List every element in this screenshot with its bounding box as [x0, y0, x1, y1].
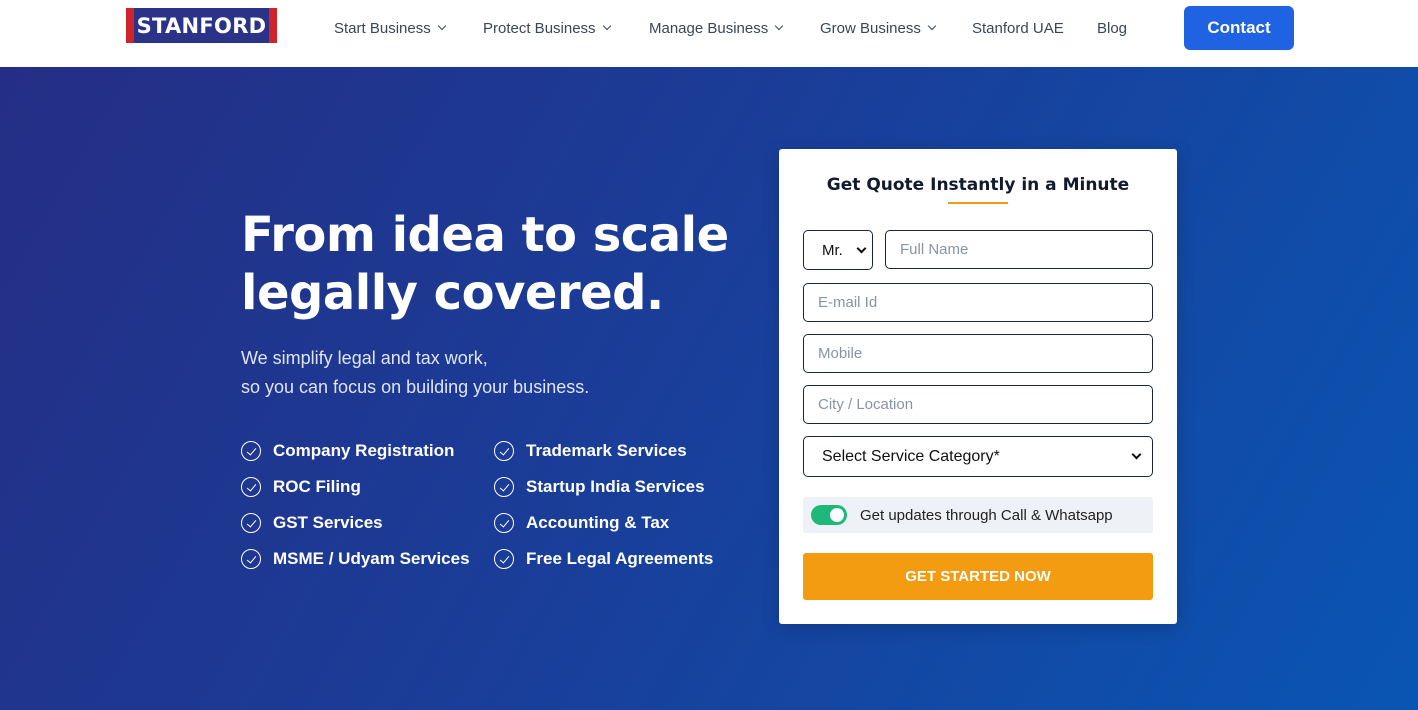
subtext-line-1: We simplify legal and tax work,	[241, 348, 488, 368]
mobile-input[interactable]	[803, 334, 1153, 373]
salutation-select[interactable]: Mr.	[803, 230, 873, 270]
nav-label: Protect Business	[483, 19, 596, 37]
feature-label: MSME / Udyam Services	[273, 549, 470, 568]
updates-toggle-row: Get updates through Call & Whatsapp	[803, 497, 1153, 533]
chevron-down-icon	[775, 21, 784, 31]
feature-item: Company Registration	[241, 440, 454, 462]
feature-label: Trademark Services	[526, 441, 687, 460]
feature-item: ROC Filing	[241, 476, 361, 498]
feature-label: Startup India Services	[526, 477, 705, 496]
nav-label: Manage Business	[649, 19, 769, 37]
nav-grow-business[interactable]: Grow Business	[820, 18, 937, 38]
nav-stanford-uae[interactable]: Stanford UAE	[972, 18, 1064, 38]
nav-blog[interactable]: Blog	[1097, 18, 1127, 38]
nav-manage-business[interactable]: Manage Business	[649, 18, 784, 38]
feature-item: Trademark Services	[494, 440, 687, 462]
nav-label: Blog	[1097, 19, 1128, 37]
check-circle-icon	[494, 441, 514, 461]
check-circle-icon	[241, 549, 261, 569]
nav-protect-business[interactable]: Protect Business	[483, 18, 611, 38]
chevron-down-icon	[1131, 449, 1142, 460]
hero-subtext: We simplify legal and tax work, so you c…	[241, 344, 721, 402]
headline-line-1: From idea to scale	[241, 207, 729, 263]
title-underline	[948, 202, 1008, 204]
check-circle-icon	[241, 513, 261, 533]
full-name-input[interactable]	[885, 230, 1153, 269]
check-circle-icon	[494, 549, 514, 569]
updates-label: Get updates through Call & Whatsapp	[860, 506, 1113, 524]
chevron-down-icon	[602, 21, 611, 31]
feature-item: Accounting & Tax	[494, 512, 669, 534]
headline-line-2: legally covered.	[241, 265, 664, 321]
email-input[interactable]	[803, 283, 1153, 322]
check-circle-icon	[241, 441, 261, 461]
service-category-select[interactable]: Select Service Category*	[803, 436, 1153, 477]
check-circle-icon	[494, 477, 514, 497]
stanford-logo[interactable]: STANFORD	[126, 8, 277, 43]
hero-section: From idea to scale legally covered. We s…	[0, 67, 1418, 710]
check-circle-icon	[241, 477, 261, 497]
chevron-down-icon	[437, 21, 446, 31]
feature-label: GST Services	[273, 513, 383, 532]
quote-form-card: Get Quote Instantly in a Minute Mr. Sele…	[779, 149, 1177, 624]
feature-label: ROC Filing	[273, 477, 361, 496]
feature-item: Startup India Services	[494, 476, 705, 498]
nav-label: Start Business	[334, 19, 431, 37]
toggle-knob	[830, 508, 844, 522]
feature-item: Free Legal Agreements	[494, 548, 713, 570]
form-title: Get Quote Instantly in a Minute	[826, 175, 1130, 195]
nav-start-business[interactable]: Start Business	[334, 18, 446, 38]
feature-label: Company Registration	[273, 441, 455, 460]
site-header: STANFORD Start Business Protect Business…	[0, 0, 1418, 67]
chevron-down-icon	[927, 21, 937, 31]
feature-item: GST Services	[241, 512, 383, 534]
updates-toggle[interactable]	[811, 505, 847, 525]
feature-label: Free Legal Agreements	[526, 549, 714, 568]
nav-label: Grow Business	[820, 19, 921, 37]
subtext-line-2: so you can focus on building your busine…	[241, 377, 590, 397]
contact-button[interactable]: Contact	[1184, 6, 1294, 50]
feature-item: MSME / Udyam Services	[241, 548, 470, 570]
get-started-button[interactable]: GET STARTED NOW	[803, 553, 1153, 600]
hero-headline: From idea to scale legally covered.	[241, 206, 761, 322]
logo-text: STANFORD	[136, 13, 267, 38]
feature-label: Accounting & Tax	[526, 513, 670, 532]
check-circle-icon	[494, 513, 514, 533]
salutation-value: Mr.	[822, 241, 843, 259]
chevron-down-icon	[856, 243, 867, 253]
city-input[interactable]	[803, 385, 1153, 424]
service-category-value: Select Service Category*	[822, 447, 1000, 465]
nav-label: Stanford UAE	[972, 19, 1064, 37]
